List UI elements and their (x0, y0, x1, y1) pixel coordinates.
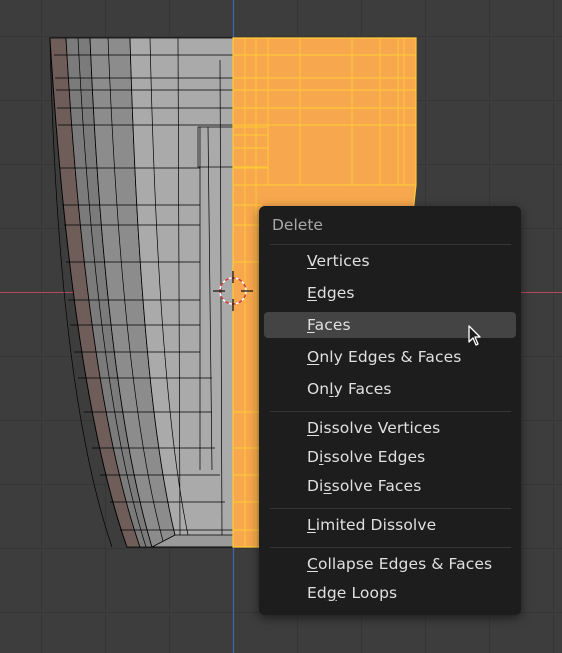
menu-item-collapse-edges-faces[interactable]: Collapse Edges & Faces (264, 551, 516, 577)
menu-item-label: Dissolve Vertices (307, 419, 441, 437)
menu-item-label: Only Edges & Faces (307, 348, 462, 366)
menu-separator (270, 244, 511, 245)
menu-separator (270, 508, 511, 509)
menu-item-edges[interactable]: Edges (264, 280, 516, 306)
delete-context-menu: Delete Vertices Edges Faces Only Edges & Fa… (259, 206, 521, 615)
menu-item-label: Collapse Edges & Faces (307, 555, 493, 573)
menu-separator (270, 547, 511, 548)
mouse-pointer-icon (468, 325, 481, 346)
menu-item-limited-dissolve[interactable]: Limited Dissolve (264, 512, 516, 538)
menu-item-dissolve-vertices[interactable]: Dissolve Vertices (264, 415, 516, 441)
menu-item-label: Only Faces (307, 380, 392, 398)
menu-item-label: Dissolve Edges (307, 448, 426, 466)
menu-item-label: Dissolve Faces (307, 477, 422, 495)
menu-item-only-edges-faces[interactable]: Only Edges & Faces (264, 344, 516, 370)
menu-separator (270, 411, 511, 412)
menu-item-vertices[interactable]: Vertices (264, 248, 516, 274)
menu-item-dissolve-edges[interactable]: Dissolve Edges (264, 444, 516, 470)
menu-item-only-faces[interactable]: Only Faces (264, 376, 516, 402)
menu-item-label: Limited Dissolve (307, 516, 437, 534)
menu-item-label: Vertices (307, 252, 370, 270)
menu-title: Delete (272, 216, 323, 234)
menu-item-dissolve-faces[interactable]: Dissolve Faces (264, 473, 516, 499)
menu-item-label: Edge Loops (307, 584, 398, 602)
menu-item-label: Edges (307, 284, 355, 302)
menu-item-label: Faces (307, 316, 351, 334)
mesh-unselected-half[interactable] (49, 37, 234, 548)
menu-item-edge-loops[interactable]: Edge Loops (264, 580, 516, 606)
